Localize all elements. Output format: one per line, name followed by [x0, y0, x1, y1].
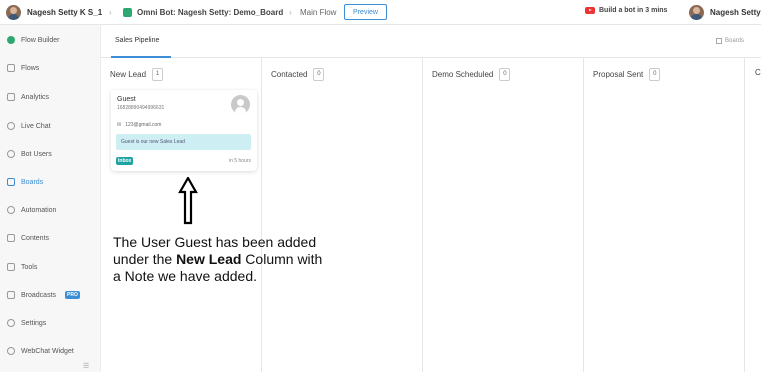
user-avatar-icon	[231, 95, 250, 114]
lead-card[interactable]: Guest 16828890494996631 ✉ 123@gmail.com …	[111, 90, 257, 171]
column-title: New Lead	[110, 70, 147, 79]
account-switcher[interactable]: Nagesh Setty K S_1	[6, 5, 102, 20]
up-arrow-annotation-icon	[178, 177, 198, 225]
sidebar-item-tools[interactable]: Tools	[0, 257, 101, 277]
lead-phone: 16828890494996631	[117, 105, 165, 111]
column-title: Proposal Sent	[593, 70, 644, 79]
column-next: C	[745, 58, 761, 372]
sidebar-item-label: Flow Builder	[21, 36, 60, 44]
mail-icon: ✉	[117, 122, 122, 128]
sidebar-item-bot-users[interactable]: Bot Users	[0, 144, 101, 164]
column-count: 0	[649, 68, 661, 81]
annotation-line: a Note we have added.	[113, 268, 257, 284]
collapse-sidebar-icon[interactable]: ☰	[83, 362, 89, 370]
column-header: Contacted 0	[271, 68, 325, 81]
lead-name: Guest	[117, 96, 136, 103]
sidebar-item-label: Analytics	[21, 93, 50, 101]
top-bar: Nagesh Setty K S_1 › Omni Bot: Nagesh Se…	[0, 0, 761, 25]
sidebar-item-automation[interactable]: Automation	[0, 200, 101, 220]
boards-icon	[7, 178, 15, 186]
sidebar-item-flow-builder[interactable]: Flow Builder	[0, 30, 101, 50]
bot-icon	[123, 8, 132, 17]
column-count: 1	[152, 68, 164, 81]
annotation-bold: New Lead	[176, 251, 242, 267]
sidebar-item-label: Live Chat	[21, 122, 51, 130]
sidebar-item-label: Contents	[21, 234, 50, 242]
lead-email-text: 123@gmail.com	[125, 122, 162, 128]
sidebar-item-label: Boards	[21, 178, 44, 186]
column-title: C	[755, 68, 761, 77]
live-chat-icon	[7, 122, 15, 130]
broadcasts-icon	[7, 291, 15, 299]
sidebar-item-label: Bot Users	[21, 150, 52, 158]
bot-users-icon	[7, 150, 15, 158]
annotation-text-part: under the	[113, 251, 177, 267]
column-count: 0	[499, 68, 511, 81]
sidebar-item-analytics[interactable]: Analytics	[0, 87, 101, 107]
lead-time: in 5 hours	[229, 158, 251, 164]
sidebar-item-live-chat[interactable]: Live Chat	[0, 116, 101, 136]
sidebar: Flow Builder Flows Analytics Live Chat B…	[0, 25, 101, 372]
flow-builder-icon	[7, 36, 15, 44]
column-header: New Lead 1	[110, 68, 164, 81]
column-proposal-sent: Proposal Sent 0	[584, 58, 745, 372]
flow-breadcrumb[interactable]: Main Flow	[300, 8, 336, 17]
profile-avatar	[689, 5, 704, 20]
analytics-icon	[7, 93, 15, 101]
sidebar-item-contents[interactable]: Contents	[0, 228, 101, 248]
account-name: Nagesh Setty K S_1	[27, 8, 103, 17]
tools-icon	[7, 263, 15, 271]
sidebar-item-label: Tools	[21, 263, 38, 271]
youtube-icon	[585, 7, 595, 14]
preview-button[interactable]: Preview	[344, 4, 387, 20]
flows-icon	[7, 64, 15, 72]
boards-link-label: Boards	[724, 38, 744, 44]
contents-icon	[7, 234, 15, 242]
sidebar-item-broadcasts[interactable]: Broadcasts PRO	[0, 285, 101, 305]
sidebar-item-boards[interactable]: Boards	[0, 172, 101, 192]
source-badge: Inbox	[116, 157, 134, 165]
user-avatar	[6, 5, 21, 20]
settings-icon	[7, 319, 15, 327]
annotation-text-part: Column with	[241, 251, 323, 267]
column-header: Demo Scheduled 0	[432, 68, 511, 81]
chevron-right-icon: ›	[109, 8, 112, 17]
column-header: C	[755, 68, 761, 77]
sidebar-item-label: Automation	[21, 206, 57, 214]
board-header: Sales Pipeline Boards	[101, 25, 761, 58]
profile-menu[interactable]: Nagesh Setty	[689, 5, 761, 20]
sidebar-item-webchat-widget[interactable]: WebChat Widget	[0, 341, 101, 361]
automation-icon	[7, 206, 15, 214]
sidebar-item-label: Broadcasts	[21, 291, 57, 299]
lead-note: Guest is our new Sales Lead	[116, 134, 251, 150]
boards-icon	[715, 38, 722, 44]
sidebar-item-flows[interactable]: Flows	[0, 58, 101, 78]
column-title: Demo Scheduled	[432, 70, 494, 79]
profile-name: Nagesh Setty	[710, 8, 761, 17]
tab-sales-pipeline[interactable]: Sales Pipeline	[115, 37, 159, 44]
column-title: Contacted	[271, 70, 308, 79]
chevron-right-icon: ›	[289, 8, 292, 17]
webchat-icon	[7, 347, 15, 355]
column-count: 0	[313, 68, 325, 81]
sidebar-item-label: WebChat Widget	[21, 347, 74, 355]
column-contacted: Contacted 0	[262, 58, 423, 372]
pro-badge: PRO	[65, 291, 80, 299]
bot-selector[interactable]: Omni Bot: Nagesh Setty: Demo_Board	[123, 8, 283, 17]
sidebar-item-settings[interactable]: Settings	[0, 313, 101, 333]
annotation-line: The User Guest has been added	[113, 234, 317, 250]
build-bot-link[interactable]: Build a bot in 3 mins	[585, 7, 667, 14]
boards-link[interactable]: Boards	[715, 38, 744, 44]
sidebar-item-label: Flows	[21, 64, 40, 72]
sidebar-item-label: Settings	[21, 319, 47, 327]
annotation-text: The User Guest has been added under the …	[113, 234, 383, 285]
annotation-line: under the New Lead Column with	[113, 251, 383, 268]
build-bot-label: Build a bot in 3 mins	[599, 7, 668, 14]
column-demo-scheduled: Demo Scheduled 0	[423, 58, 584, 372]
lead-email: ✉ 123@gmail.com	[117, 122, 161, 128]
column-header: Proposal Sent 0	[593, 68, 661, 81]
bot-title: Omni Bot: Nagesh Setty: Demo_Board	[137, 8, 284, 17]
